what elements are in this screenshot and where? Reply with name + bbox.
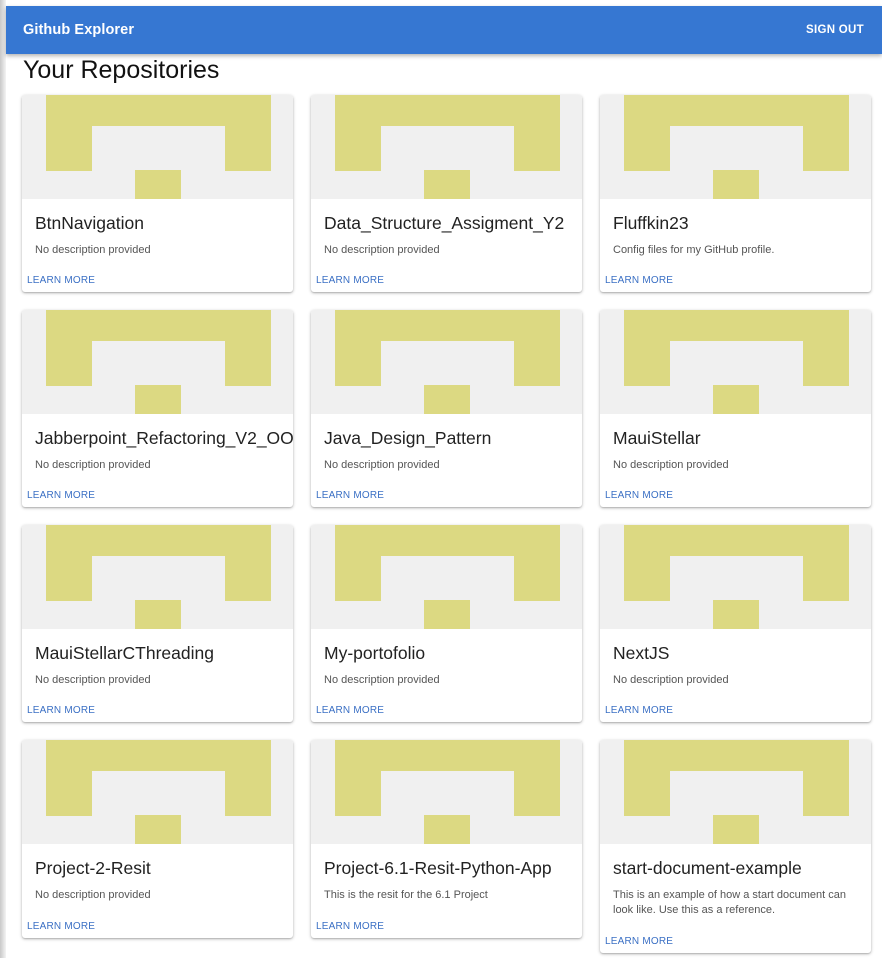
repo-description: No description provided — [35, 674, 151, 686]
repo-card[interactable]: Data_Structure_Assigment_Y2 No descripti… — [311, 95, 582, 292]
repo-identicon — [22, 525, 293, 629]
repo-name: BtnNavigation — [35, 213, 144, 233]
repo-card[interactable]: MauiStellarCThreading No description pro… — [22, 525, 293, 722]
repo-identicon — [311, 525, 582, 629]
repo-card[interactable]: MauiStellar No description provided LEAR… — [600, 310, 871, 507]
learn-more-button[interactable]: LEARN MORE — [316, 275, 384, 286]
repo-description: No description provided — [324, 244, 440, 256]
repo-description: No description provided — [35, 244, 151, 256]
repo-card[interactable]: Java_Design_Pattern No description provi… — [311, 310, 582, 507]
page-title: Your Repositories — [23, 56, 220, 84]
learn-more-button[interactable]: LEARN MORE — [27, 490, 95, 501]
repo-description: No description provided — [324, 674, 440, 686]
learn-more-button[interactable]: LEARN MORE — [605, 275, 673, 286]
repo-identicon — [600, 95, 871, 199]
repo-description: Config files for my GitHub profile. — [613, 244, 775, 256]
learn-more-button[interactable]: LEARN MORE — [605, 936, 673, 947]
repo-card[interactable]: BtnNavigation No description provided LE… — [22, 95, 293, 292]
repo-card[interactable]: NextJS No description provided LEARN MOR… — [600, 525, 871, 722]
repo-name: My-portofolio — [324, 643, 426, 663]
repo-card[interactable]: Fluffkin23 Config files for my GitHub pr… — [600, 95, 871, 292]
app-title: Github Explorer — [23, 22, 135, 38]
repo-description: This is the resit for the 6.1 Project — [324, 889, 488, 901]
repo-identicon — [311, 95, 582, 199]
repo-name: Fluffkin23 — [613, 213, 689, 233]
app-bar: Github Explorer SIGN OUT — [6, 6, 882, 54]
learn-more-button[interactable]: LEARN MORE — [316, 490, 384, 501]
repo-identicon — [22, 740, 293, 844]
repo-description: No description provided — [613, 674, 729, 686]
repo-description: No description provided — [35, 889, 151, 901]
repo-name: start-document-example — [613, 858, 802, 878]
repo-description: This is an example of how a start docume… — [613, 889, 846, 916]
learn-more-button[interactable]: LEARN MORE — [27, 275, 95, 286]
repo-name: Project-2-Resit — [35, 858, 151, 878]
repo-card[interactable]: Jabberpoint_Refactoring_V2_OO No descrip… — [22, 310, 293, 507]
learn-more-button[interactable]: LEARN MORE — [316, 705, 384, 716]
repo-name: Project-6.1-Resit-Python-App — [324, 858, 552, 878]
learn-more-button[interactable]: LEARN MORE — [27, 705, 95, 716]
repo-name: MauiStellarCThreading — [35, 643, 214, 663]
learn-more-button[interactable]: LEARN MORE — [316, 921, 384, 932]
repo-description: No description provided — [35, 459, 151, 471]
learn-more-button[interactable]: LEARN MORE — [605, 490, 673, 501]
repo-name: Data_Structure_Assigment_Y2 — [324, 213, 565, 233]
repo-card[interactable]: Project-2-Resit No description provided … — [22, 740, 293, 938]
repo-name: Java_Design_Pattern — [324, 428, 492, 448]
learn-more-button[interactable]: LEARN MORE — [27, 921, 95, 932]
repo-identicon — [600, 740, 871, 844]
repo-identicon — [600, 525, 871, 629]
repo-description: No description provided — [324, 459, 440, 471]
repo-identicon — [22, 95, 293, 199]
repo-identicon — [600, 310, 871, 414]
repo-card[interactable]: start-document-example This is an exampl… — [600, 740, 871, 953]
repo-name: MauiStellar — [613, 428, 701, 448]
repo-name: Jabberpoint_Refactoring_V2_OO — [35, 428, 293, 448]
repo-identicon — [311, 310, 582, 414]
learn-more-button[interactable]: LEARN MORE — [605, 705, 673, 716]
repo-description: No description provided — [613, 459, 729, 471]
repo-card[interactable]: My-portofolio No description provided LE… — [311, 525, 582, 722]
repo-card[interactable]: Project-6.1-Resit-Python-App This is the… — [311, 740, 582, 938]
sign-out-button[interactable]: SIGN OUT — [806, 24, 864, 36]
window-edge — [0, 0, 6, 958]
repo-identicon — [311, 740, 582, 844]
repo-name: NextJS — [613, 643, 670, 663]
repo-identicon — [22, 310, 293, 414]
